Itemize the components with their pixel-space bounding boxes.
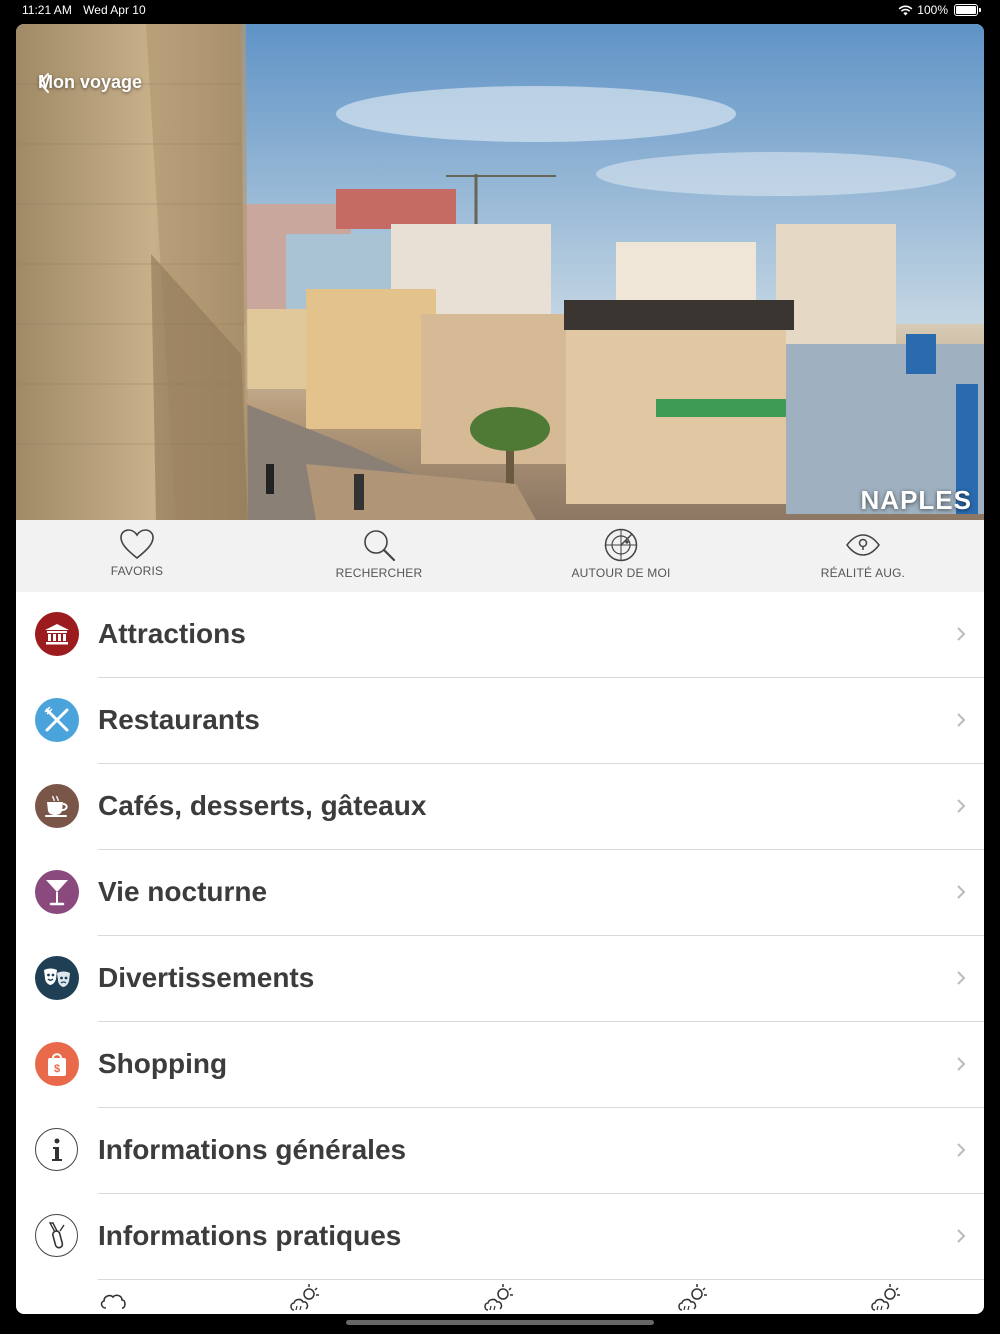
weather-day-2[interactable]	[210, 1282, 404, 1314]
city-hero-image: Mon voyage NAPLES	[16, 24, 984, 520]
weather-day-1[interactable]	[16, 1282, 210, 1314]
back-button[interactable]: Mon voyage	[38, 72, 142, 93]
cloud-icon	[100, 1294, 126, 1309]
info-icon	[35, 1128, 78, 1171]
list-item-label: Cafés, desserts, gâteaux	[98, 790, 427, 821]
list-item-entertainment[interactable]: Divertissements	[16, 936, 984, 1022]
city-name: NAPLES	[860, 485, 972, 515]
heart-icon	[120, 529, 154, 560]
museum-icon	[35, 612, 79, 656]
sun-rain-icon	[484, 1284, 513, 1311]
status-bar: 11:21 AM Wed Apr 10 100%	[0, 0, 1000, 22]
list-item-label: Informations générales	[98, 1134, 407, 1165]
list-item-cafes[interactable]: Cafés, desserts, gâteaux	[16, 764, 984, 850]
list-item-label: Restaurants	[98, 704, 260, 735]
sun-rain-icon	[677, 1284, 707, 1311]
toolbar: FAVORIS RECHERCHER AUTOUR DE MOI RÉALITÉ…	[16, 520, 984, 592]
fork-knife-icon	[35, 698, 79, 742]
weather-day-4[interactable]	[597, 1282, 791, 1314]
wifi-icon	[898, 5, 913, 15]
weather-forecast	[16, 1282, 984, 1314]
swiss-knife-icon	[35, 1214, 78, 1257]
chevron-right-icon	[957, 799, 966, 813]
list-item-general-info[interactable]: Informations générales	[16, 1108, 984, 1194]
chevron-right-icon	[957, 1143, 966, 1157]
list-item-label: Shopping	[98, 1048, 228, 1079]
category-list: Attractions Restaurants Cafés, desserts,…	[16, 592, 984, 1280]
search-button[interactable]: RECHERCHER	[258, 520, 500, 592]
home-indicator[interactable]	[346, 1320, 654, 1325]
list-item-shopping[interactable]: $ Shopping	[16, 1022, 984, 1108]
around-me-button[interactable]: AUTOUR DE MOI	[500, 520, 742, 592]
chevron-right-icon	[957, 885, 966, 899]
search-icon	[364, 530, 396, 562]
list-item-label: Informations pratiques	[98, 1220, 402, 1251]
back-label: Mon voyage	[38, 72, 143, 92]
favorites-button[interactable]: FAVORIS	[16, 520, 258, 592]
chevron-right-icon	[957, 627, 966, 641]
theater-masks-icon	[35, 956, 79, 1000]
sun-rain-icon	[871, 1284, 901, 1311]
divider	[98, 1279, 984, 1280]
eye-icon	[846, 534, 880, 556]
svg-text:$: $	[54, 1063, 60, 1075]
list-item-label: Attractions	[98, 618, 246, 649]
chevron-right-icon	[957, 971, 966, 985]
app-window: Mon voyage NAPLES FAVORIS RECHERCHER AUT…	[16, 24, 984, 1314]
radar-icon	[604, 528, 638, 562]
chevron-right-icon	[957, 1229, 966, 1243]
cocktail-icon	[35, 870, 79, 914]
battery-percent: 100%	[917, 3, 948, 17]
chevron-left-icon	[39, 73, 49, 93]
coffee-cup-icon	[35, 784, 79, 828]
augmented-reality-label: RÉALITÉ AUG.	[820, 566, 906, 580]
list-item-attractions[interactable]: Attractions	[16, 592, 984, 678]
status-time: 11:21 AM	[22, 3, 72, 17]
around-me-label: AUTOUR DE MOI	[571, 566, 671, 580]
search-label: RECHERCHER	[335, 566, 423, 580]
naples-photo	[16, 24, 984, 520]
favorites-label: FAVORIS	[110, 564, 164, 578]
list-item-label: Divertissements	[98, 962, 315, 993]
weather-day-5[interactable]	[790, 1282, 984, 1314]
list-item-practical-info[interactable]: Informations pratiques	[16, 1194, 984, 1280]
status-date: Wed Apr 10	[83, 3, 146, 17]
shopping-bag-icon: $	[35, 1042, 79, 1086]
list-item-label: Vie nocturne	[98, 876, 268, 907]
sun-rain-icon	[290, 1284, 320, 1311]
chevron-right-icon	[957, 1057, 966, 1071]
weather-day-3[interactable]	[403, 1282, 597, 1314]
list-item-nightlife[interactable]: Vie nocturne	[16, 850, 984, 936]
list-item-restaurants[interactable]: Restaurants	[16, 678, 984, 764]
augmented-reality-button[interactable]: RÉALITÉ AUG.	[742, 520, 984, 592]
chevron-right-icon	[957, 713, 966, 727]
battery-icon	[954, 4, 981, 16]
